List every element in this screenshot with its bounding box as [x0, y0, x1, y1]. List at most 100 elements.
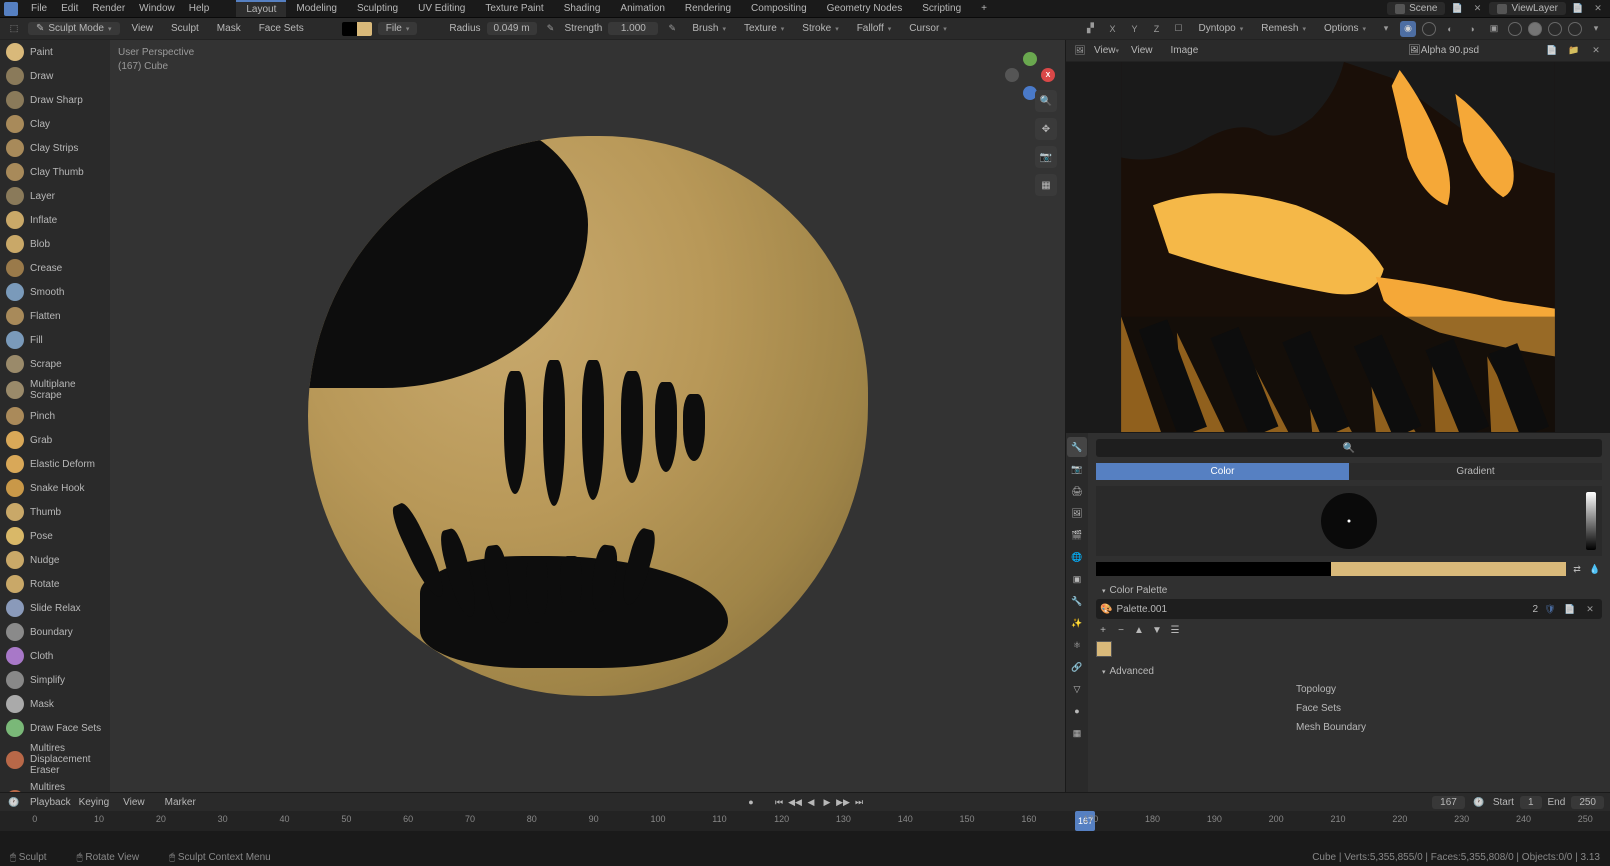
tool-flatten[interactable]: Flatten [0, 304, 110, 328]
tool-pose[interactable]: Pose [0, 524, 110, 548]
menu-file[interactable]: File [24, 3, 54, 14]
tool-multiplane-scrape[interactable]: Multiplane Scrape [0, 376, 110, 404]
tool-blob[interactable]: Blob [0, 232, 110, 256]
overlay-a-icon[interactable]: ◐ [1442, 21, 1458, 37]
header-mask[interactable]: Mask [211, 23, 247, 34]
image-new-icon[interactable]: 📄 [1544, 43, 1560, 59]
palette-unlink-icon[interactable]: ✕ [1582, 601, 1598, 617]
image-name-field[interactable]: 🖼Alpha 90.psd [1408, 45, 1538, 56]
adv-meshboundary[interactable]: Mesh Boundary [1296, 718, 1602, 737]
image-unlink-icon[interactable]: ✕ [1588, 43, 1604, 59]
tool-clay-strips[interactable]: Clay Strips [0, 136, 110, 160]
workspace-rendering[interactable]: Rendering [675, 1, 741, 16]
gizmo-neg-x[interactable] [1005, 68, 1019, 82]
props-mesh-icon[interactable]: ▽ [1067, 679, 1087, 699]
props-material-icon[interactable]: ● [1067, 701, 1087, 721]
color-picker[interactable] [1096, 486, 1602, 556]
mirror-toggle-icon[interactable]: ☐ [1170, 21, 1186, 37]
workspace-animation[interactable]: Animation [610, 1, 674, 16]
tool-smooth[interactable]: Smooth [0, 280, 110, 304]
falloff-dropdown[interactable]: Falloff [851, 22, 898, 35]
viewlayer-new-icon[interactable]: 📄 [1570, 1, 1586, 17]
props-world-icon[interactable]: 🌐 [1067, 547, 1087, 567]
3d-viewport[interactable]: User Perspective (167) Cube X 🔍 ✥ 📷 ▦ [110, 40, 1065, 792]
header-view[interactable]: View [126, 23, 160, 34]
tool-mask[interactable]: Mask [0, 692, 110, 716]
overlay-b-icon[interactable]: ◑ [1464, 21, 1480, 37]
swap-colors-icon[interactable]: ⇄ [1570, 562, 1584, 576]
palette-menu-icon[interactable]: ☰ [1168, 623, 1182, 637]
workspace-sculpting[interactable]: Sculpting [347, 1, 408, 16]
menu-edit[interactable]: Edit [54, 3, 85, 14]
viewlayer-delete-icon[interactable]: ✕ [1590, 1, 1606, 17]
palette-add-icon[interactable]: + [1096, 623, 1110, 637]
tool-nudge[interactable]: Nudge [0, 548, 110, 572]
tool-thumb[interactable]: Thumb [0, 500, 110, 524]
workspace-geonodes[interactable]: Geometry Nodes [817, 1, 913, 16]
palette-swatch-0[interactable] [1096, 641, 1112, 657]
tool-slide-relax[interactable]: Slide Relax [0, 596, 110, 620]
shading-solid-icon[interactable] [1528, 22, 1542, 36]
brush-color-swatch[interactable] [342, 22, 372, 36]
camera-icon[interactable]: 📷 [1035, 146, 1057, 168]
tl-marker[interactable]: Marker [159, 797, 202, 808]
palette-new-icon[interactable]: 📄 [1562, 601, 1578, 617]
workspace-scripting[interactable]: Scripting [912, 1, 971, 16]
gizmo-toggle-icon[interactable]: ◉ [1400, 21, 1416, 37]
scene-delete-icon[interactable]: ✕ [1469, 1, 1485, 17]
workspace-compositing[interactable]: Compositing [741, 1, 817, 16]
mirror-y[interactable]: Y [1126, 21, 1142, 37]
props-object-icon[interactable]: ▣ [1067, 569, 1087, 589]
shading-matpreview-icon[interactable] [1548, 22, 1562, 36]
tool-grab[interactable]: Grab [0, 428, 110, 452]
value-slider[interactable] [1586, 492, 1596, 550]
strength-pressure-icon[interactable]: ✎ [664, 21, 680, 37]
color-wheel[interactable] [1321, 493, 1377, 549]
props-particle-icon[interactable]: ✨ [1067, 613, 1087, 633]
workspace-modeling[interactable]: Modeling [286, 1, 347, 16]
tool-rotate[interactable]: Rotate [0, 572, 110, 596]
autokey-icon[interactable]: ● [744, 795, 758, 809]
tool-draw[interactable]: Draw [0, 64, 110, 88]
props-physics-icon[interactable]: ⚛ [1067, 635, 1087, 655]
header-sculpt[interactable]: Sculpt [165, 23, 205, 34]
tool-draw-face-sets[interactable]: Draw Face Sets [0, 716, 110, 740]
current-frame[interactable]: 167 [1432, 796, 1465, 809]
radius-input[interactable]: 0.049 m [487, 22, 537, 35]
img-header-image[interactable]: Image [1165, 45, 1205, 56]
play-icon[interactable]: ▶ [820, 795, 834, 809]
tool-simplify[interactable]: Simplify [0, 668, 110, 692]
start-frame[interactable]: 1 [1520, 796, 1542, 809]
tool-snake-hook[interactable]: Snake Hook [0, 476, 110, 500]
mirror-z[interactable]: Z [1148, 21, 1164, 37]
tool-pinch[interactable]: Pinch [0, 404, 110, 428]
jump-start-icon[interactable]: ⏮ [772, 795, 786, 809]
shading-dropdown-icon[interactable]: ▾ [1588, 21, 1604, 37]
workspace-texture[interactable]: Texture Paint [475, 1, 553, 16]
palette-selector[interactable]: 🎨 Palette.001 2 🛡 📄 ✕ [1096, 599, 1602, 619]
texture-dropdown[interactable]: Texture [738, 22, 790, 35]
menu-render[interactable]: Render [85, 3, 132, 14]
strength-input[interactable]: 1.000 [608, 22, 658, 35]
remesh-toggle[interactable]: Remesh [1255, 22, 1312, 35]
palette-move-down-icon[interactable]: ▼ [1150, 623, 1164, 637]
tool-layer[interactable]: Layer [0, 184, 110, 208]
timeline-track[interactable] [0, 831, 1610, 849]
tool-crease[interactable]: Crease [0, 256, 110, 280]
xray-icon[interactable]: ▣ [1486, 21, 1502, 37]
property-search[interactable]: 🔍 [1096, 439, 1602, 457]
header-facesets[interactable]: Face Sets [253, 23, 310, 34]
options-dropdown[interactable]: Options [1318, 22, 1372, 35]
tool-elastic-deform[interactable]: Elastic Deform [0, 452, 110, 476]
reference-image-view[interactable] [1066, 62, 1610, 432]
prev-key-icon[interactable]: ◀◀ [788, 795, 802, 809]
pan-icon[interactable]: ✥ [1035, 118, 1057, 140]
radius-pressure-icon[interactable]: ✎ [543, 21, 559, 37]
image-open-icon[interactable]: 📁 [1566, 43, 1582, 59]
play-reverse-icon[interactable]: ◀ [804, 795, 818, 809]
persp-ortho-icon[interactable]: ▦ [1035, 174, 1057, 196]
image-view-mode[interactable]: View▾ [1094, 45, 1119, 56]
scene-new-icon[interactable]: 📄 [1449, 1, 1465, 17]
primary-color-swatch[interactable] [1096, 562, 1331, 576]
menu-window[interactable]: Window [132, 3, 182, 14]
